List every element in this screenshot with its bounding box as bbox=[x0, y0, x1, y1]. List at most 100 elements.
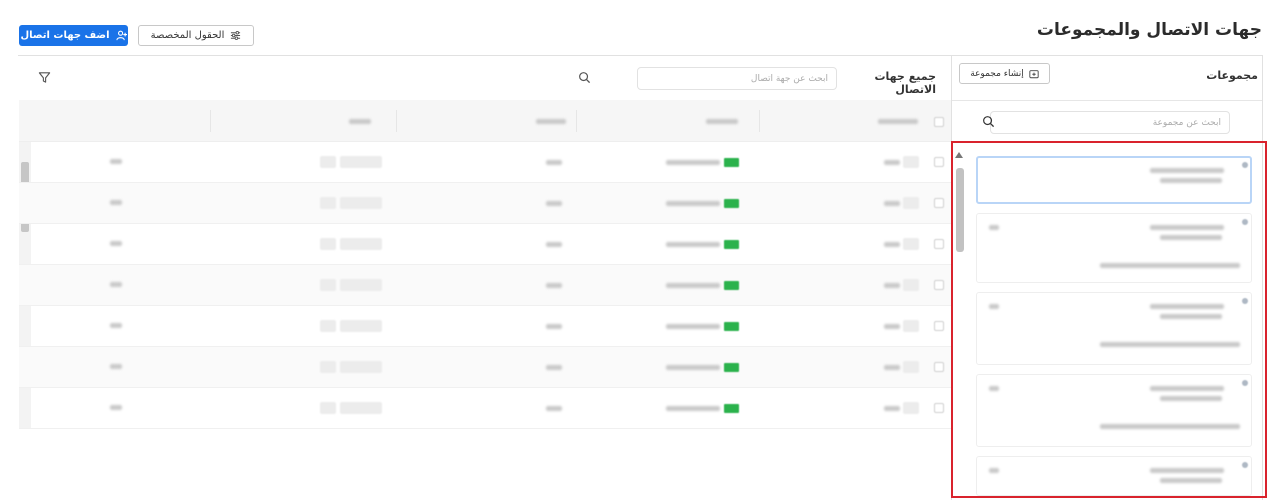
custom-fields-label: الحقول المخصصة bbox=[150, 30, 225, 41]
status-flag bbox=[724, 322, 739, 331]
obscured-cell bbox=[884, 324, 900, 329]
obscured-cell bbox=[110, 282, 122, 287]
obscured-cell bbox=[320, 238, 336, 250]
obscured-cell bbox=[903, 320, 919, 332]
custom-fields-button[interactable]: الحقول المخصصة bbox=[138, 25, 254, 46]
contact-search-input[interactable] bbox=[637, 67, 837, 90]
obscured-cell bbox=[884, 242, 900, 247]
table-row[interactable] bbox=[19, 388, 951, 429]
obscured-cell bbox=[666, 242, 720, 247]
row-checkbox[interactable] bbox=[934, 198, 944, 208]
status-flag bbox=[724, 363, 739, 372]
obscured-cell bbox=[546, 242, 562, 247]
obscured-cell bbox=[340, 361, 382, 373]
column-header-obscured bbox=[706, 119, 738, 124]
contacts-panel-title: جميع جهات الاتصال bbox=[874, 70, 936, 96]
status-flag bbox=[724, 404, 739, 413]
table-row[interactable] bbox=[19, 306, 951, 347]
obscured-cell bbox=[666, 406, 720, 411]
column-header-obscured bbox=[878, 119, 918, 124]
filter-icon[interactable] bbox=[38, 71, 51, 84]
obscured-cell bbox=[903, 197, 919, 209]
obscured-cell bbox=[884, 365, 900, 370]
status-flag bbox=[724, 158, 739, 167]
obscured-cell bbox=[903, 361, 919, 373]
contacts-groups-page: جهات الاتصال والمجموعات اضف جهات اتصال ا… bbox=[0, 0, 1274, 500]
obscured-cell bbox=[666, 201, 720, 206]
obscured-cell bbox=[546, 160, 562, 165]
table-row[interactable] bbox=[19, 347, 951, 388]
obscured-cell bbox=[340, 197, 382, 209]
obscured-cell bbox=[546, 324, 562, 329]
obscured-cell bbox=[110, 405, 122, 410]
obscured-cell bbox=[903, 279, 919, 291]
table-row[interactable] bbox=[19, 142, 951, 183]
column-separator bbox=[396, 110, 397, 132]
row-checkbox[interactable] bbox=[934, 239, 944, 249]
obscured-cell bbox=[903, 156, 919, 168]
search-icon[interactable] bbox=[578, 71, 591, 84]
groups-separator bbox=[952, 100, 1262, 101]
obscured-cell bbox=[110, 241, 122, 246]
obscured-cell bbox=[666, 365, 720, 370]
row-checkbox[interactable] bbox=[934, 280, 944, 290]
status-flag bbox=[724, 199, 739, 208]
obscured-cell bbox=[546, 283, 562, 288]
obscured-cell bbox=[340, 238, 382, 250]
obscured-cell bbox=[884, 160, 900, 165]
obscured-cell bbox=[884, 283, 900, 288]
obscured-cell bbox=[110, 200, 122, 205]
obscured-cell bbox=[110, 323, 122, 328]
select-all-checkbox[interactable] bbox=[934, 117, 944, 127]
search-icon[interactable] bbox=[982, 115, 995, 128]
obscured-cell bbox=[320, 320, 336, 332]
obscured-cell bbox=[546, 365, 562, 370]
obscured-cell bbox=[884, 406, 900, 411]
obscured-cell bbox=[110, 159, 122, 164]
column-separator bbox=[759, 110, 760, 132]
page-title: جهات الاتصال والمجموعات bbox=[1036, 20, 1262, 40]
table-row[interactable] bbox=[19, 224, 951, 265]
obscured-cell bbox=[903, 238, 919, 250]
add-user-icon bbox=[115, 30, 127, 41]
obscured-cell bbox=[884, 201, 900, 206]
obscured-cell bbox=[666, 160, 720, 165]
row-checkbox[interactable] bbox=[934, 157, 944, 167]
column-separator bbox=[576, 110, 577, 132]
column-separator bbox=[210, 110, 211, 132]
obscured-cell bbox=[320, 279, 336, 291]
add-contacts-label: اضف جهات اتصال bbox=[20, 30, 110, 41]
table-row[interactable] bbox=[19, 265, 951, 306]
sliders-icon bbox=[231, 31, 241, 40]
status-flag bbox=[724, 240, 739, 249]
obscured-cell bbox=[340, 279, 382, 291]
folder-plus-icon bbox=[1029, 69, 1039, 78]
obscured-cell bbox=[340, 402, 382, 414]
group-search-input[interactable] bbox=[990, 111, 1230, 134]
obscured-cell bbox=[320, 156, 336, 168]
obscured-cell bbox=[340, 156, 382, 168]
obscured-cell bbox=[320, 197, 336, 209]
obscured-cell bbox=[110, 364, 122, 369]
table-row[interactable] bbox=[19, 183, 951, 224]
row-checkbox[interactable] bbox=[934, 321, 944, 331]
add-contacts-button[interactable]: اضف جهات اتصال bbox=[19, 25, 128, 46]
obscured-cell bbox=[546, 201, 562, 206]
highlight-box bbox=[951, 141, 1267, 498]
obscured-cell bbox=[903, 402, 919, 414]
obscured-cell bbox=[666, 283, 720, 288]
obscured-cell bbox=[320, 361, 336, 373]
obscured-cell bbox=[666, 324, 720, 329]
create-group-button[interactable]: إنشاء مجموعة bbox=[959, 63, 1050, 84]
obscured-cell bbox=[546, 406, 562, 411]
row-checkbox[interactable] bbox=[934, 403, 944, 413]
contacts-table-header bbox=[19, 100, 951, 142]
obscured-cell bbox=[340, 320, 382, 332]
row-checkbox[interactable] bbox=[934, 362, 944, 372]
column-header-obscured bbox=[349, 119, 371, 124]
column-header-obscured bbox=[536, 119, 566, 124]
groups-panel-title: مجموعات bbox=[1206, 69, 1258, 82]
status-flag bbox=[724, 281, 739, 290]
obscured-cell bbox=[320, 402, 336, 414]
create-group-label: إنشاء مجموعة bbox=[970, 68, 1024, 79]
